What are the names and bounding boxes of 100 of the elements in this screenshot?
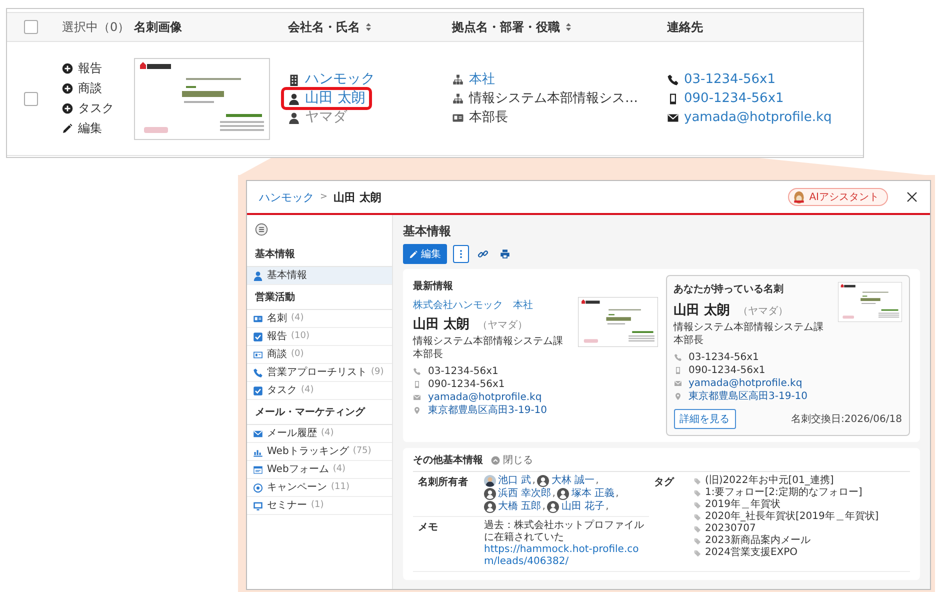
tag-icon	[694, 550, 701, 556]
email-link[interactable]: yamada@hotprofile.kq	[667, 109, 832, 126]
sidebar-item[interactable]: 基本情報	[247, 267, 392, 285]
phone-link[interactable]: 03-1234-56x1	[667, 71, 776, 88]
sidebar-item[interactable]: Webフォーム (4)	[247, 461, 392, 479]
sidebar-item[interactable]: キャンペーン (11)	[247, 479, 392, 497]
name-reading: （ヤマダ）	[478, 319, 528, 332]
separator: ,	[606, 501, 609, 513]
sort-icon[interactable]	[364, 22, 373, 32]
mobile-phone-icon	[413, 380, 421, 389]
action-link[interactable]: 報告	[62, 60, 134, 77]
plus-circle-icon	[62, 63, 73, 74]
id-card-icon	[253, 314, 263, 324]
name-link[interactable]: 山田 太朗	[281, 87, 372, 110]
edit-button[interactable]: 編集	[403, 244, 447, 264]
email-link[interactable]: yamada@hotprofile.kq	[428, 391, 542, 404]
link-button[interactable]	[475, 249, 491, 259]
owner-link[interactable]: 塚本 正義	[571, 488, 615, 500]
sidebar-item[interactable]: 営業アプローチリスト (9)	[247, 364, 392, 382]
owner-link[interactable]: 池口 武	[498, 475, 532, 487]
sidebar-item[interactable]: 名刺 (4)	[247, 310, 392, 328]
sort-icon[interactable]	[564, 22, 573, 32]
menu-icon[interactable]	[255, 223, 268, 236]
id-card-icon	[452, 112, 464, 124]
column-header: 連絡先	[667, 18, 703, 36]
phone-text: 03-1234-56x1	[428, 365, 498, 378]
owner-link[interactable]: 山田 花子	[561, 501, 605, 513]
mobile-text: 090-1234-56x1	[428, 378, 505, 391]
details-button[interactable]: 詳細を見る	[674, 409, 736, 429]
sidebar-item[interactable]: 報告 (10)	[247, 328, 392, 346]
plus-circle-icon	[62, 103, 73, 114]
memo-text: 過去：株式会社ホットプロファイルに在籍されていた	[484, 520, 644, 544]
card-icon	[253, 350, 263, 360]
separator: ,	[616, 488, 619, 500]
checkbox[interactable]	[24, 20, 38, 34]
tag-text: 1:要フォロー[2:定期的なフォロー]	[705, 487, 862, 498]
phone-icon	[253, 368, 263, 378]
envelope-icon	[674, 379, 682, 388]
company-link[interactable]: 株式会社ハンモック 本社	[413, 298, 574, 312]
avatar-icon	[557, 488, 570, 500]
person-icon	[288, 112, 300, 124]
sidebar-item[interactable]: 商談 (0)	[247, 346, 392, 364]
pencil-icon	[409, 250, 418, 258]
owner-link[interactable]: 大林 誠一	[551, 475, 595, 487]
column-header: 選択中（0）	[62, 18, 130, 36]
phone-text: 03-1234-56x1	[688, 351, 759, 364]
close-button[interactable]	[906, 191, 918, 203]
target-icon	[253, 482, 263, 492]
more-button[interactable]	[453, 245, 469, 263]
checkbox-square-icon	[253, 332, 263, 342]
memo-link[interactable]: https://hammock.hot-profile.com/leads/406382/	[484, 544, 644, 568]
section-title: その他基本情報	[413, 454, 483, 467]
column-header: 会社名・氏名	[288, 18, 360, 36]
sidebar-item[interactable]: Webトラッキング (75)	[247, 443, 392, 461]
tag-icon	[694, 538, 701, 544]
separator: ,	[552, 488, 556, 500]
collapse-link[interactable]: 閉じる	[491, 453, 533, 467]
avatar-icon	[484, 475, 496, 487]
separator: ,	[542, 501, 546, 513]
sidebar-item[interactable]: タスク (4)	[247, 382, 392, 400]
tag-icon	[694, 502, 701, 508]
sidebar-item[interactable]: メール履歴 (4)	[247, 425, 392, 443]
tag-text: (旧)2022年お中元[01_連携]	[705, 475, 834, 486]
mascot-icon	[792, 190, 806, 204]
phone-icon	[413, 367, 421, 376]
assistant-button[interactable]: AIアシスタント	[788, 188, 888, 206]
phone-icon	[674, 353, 682, 362]
branch-link[interactable]: 本社	[452, 71, 495, 88]
company-link[interactable]: ハンモック	[288, 71, 375, 88]
breadcrumb-separator: >	[320, 192, 328, 202]
checkbox[interactable]	[24, 92, 38, 106]
tag-text: 2024営業支援EXPO	[705, 547, 798, 559]
mobile-link[interactable]: 090-1234-56x1	[667, 90, 784, 107]
tag-icon	[694, 514, 701, 520]
printer-icon	[500, 249, 510, 259]
tag-icon	[694, 526, 701, 532]
department-text: 情報システム本部情報システム課	[674, 322, 824, 334]
action-link[interactable]: 編集	[62, 120, 134, 137]
separator: ,	[596, 475, 599, 487]
tag-text: 2023新商品案内メール	[705, 535, 810, 546]
monitor-icon	[253, 500, 263, 510]
page-title: 基本情報	[403, 223, 452, 240]
owner-link[interactable]: 大橋 五郎	[498, 501, 542, 513]
action-link[interactable]: タスク	[62, 100, 134, 117]
section-heading: メール・マーケティング	[247, 400, 392, 425]
envelope-icon	[413, 393, 421, 402]
action-link[interactable]: 商談	[62, 80, 134, 97]
phone-icon	[667, 74, 679, 86]
breadcrumb-link[interactable]: ハンモック	[259, 190, 314, 204]
email-link[interactable]: yamada@hotprofile.kq	[688, 377, 802, 390]
sidebar-item[interactable]: セミナー (1)	[247, 497, 392, 515]
owner-link[interactable]: 浜西 幸次郎	[498, 488, 552, 500]
section-title: 最新情報	[413, 279, 454, 293]
address-link[interactable]: 東京都豊島区高田3-19-10	[428, 404, 548, 417]
org-chart-icon	[452, 92, 464, 104]
map-pin-icon	[674, 392, 682, 401]
tag-text: 20230707	[705, 523, 756, 534]
address-link[interactable]: 東京都豊島区高田3-19-10	[688, 390, 808, 403]
breadcrumb-current: 山田 太朗	[334, 190, 382, 204]
column-header: 名刺画像	[134, 18, 182, 36]
